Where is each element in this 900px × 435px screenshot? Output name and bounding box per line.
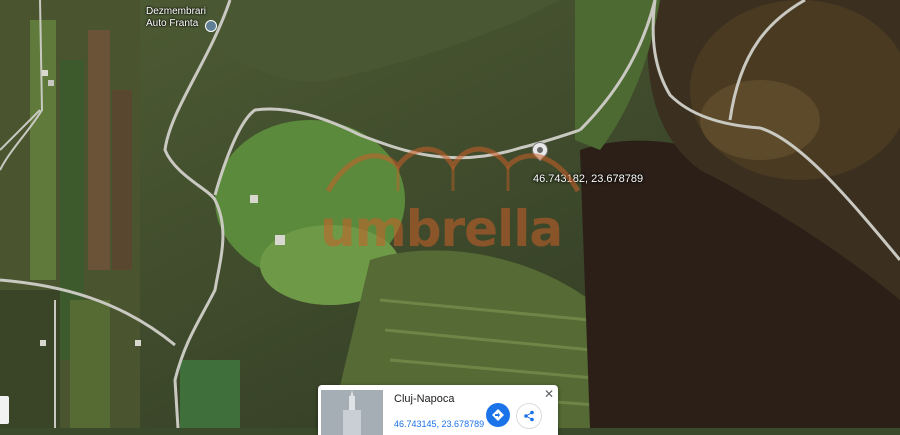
place-title: Cluj-Napoca bbox=[394, 393, 455, 405]
satellite-map[interactable]: Dezmembrari Auto Franta 46.743182, 23.67… bbox=[0, 0, 900, 429]
share-icon bbox=[524, 410, 534, 422]
satellite-imagery bbox=[0, 0, 900, 429]
poi-label-line1: Dezmembrari bbox=[146, 6, 207, 17]
share-button[interactable] bbox=[516, 403, 542, 429]
pin-coordinates-label: 46.743182, 23.678789 bbox=[533, 173, 644, 185]
directions-icon bbox=[492, 409, 504, 421]
poi-pin-icon[interactable] bbox=[205, 20, 217, 32]
poi-label-line2: Auto Franta bbox=[146, 18, 199, 29]
place-thumbnail[interactable] bbox=[321, 390, 383, 435]
side-panel-handle[interactable] bbox=[0, 396, 9, 424]
place-photo bbox=[321, 390, 383, 435]
close-icon[interactable]: ✕ bbox=[544, 387, 554, 401]
directions-button[interactable] bbox=[486, 403, 510, 427]
poi-label[interactable]: Dezmembrari Auto Franta bbox=[146, 6, 206, 30]
